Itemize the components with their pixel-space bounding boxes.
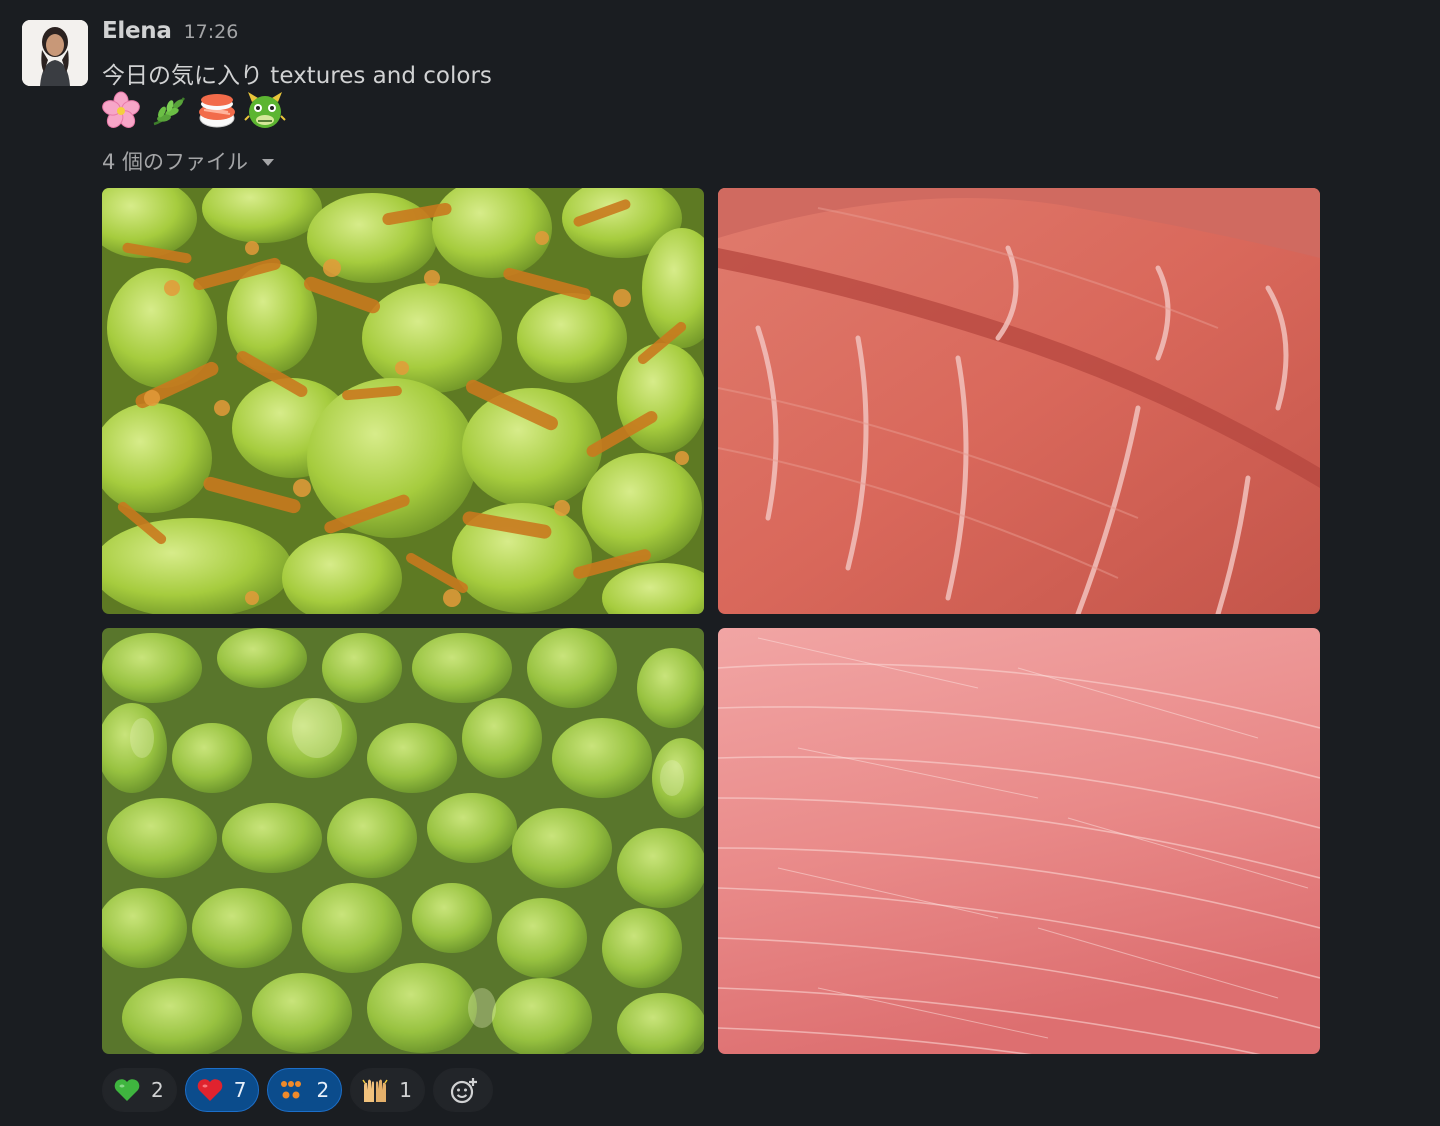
message-text: 今日の気に入り textures and colors: [102, 63, 492, 89]
message: Elena 17:26 今日の気に入り textures and colors: [0, 0, 1440, 1126]
reaction-red-heart[interactable]: 7: [184, 1068, 260, 1112]
reaction-count: 2: [151, 1078, 164, 1102]
caret-down-icon: [262, 159, 275, 166]
timestamp[interactable]: 17:26: [184, 21, 239, 43]
reaction-green-heart[interactable]: 2: [102, 1068, 177, 1112]
attachment-edamame-beans[interactable]: [102, 628, 704, 1054]
files-toggle[interactable]: 4 個のファイル: [102, 146, 275, 176]
message-header: Elena 17:26: [102, 18, 238, 48]
reaction-oishisou[interactable]: 2: [267, 1068, 343, 1112]
files-toggle-label: 4 個のファイル: [102, 150, 249, 174]
avatar[interactable]: [22, 20, 88, 86]
reaction-raised-hands[interactable]: 1: [350, 1068, 425, 1112]
green-heart-icon: [113, 1076, 141, 1104]
reaction-count: 7: [233, 1078, 247, 1102]
sender-name[interactable]: Elena: [102, 18, 172, 44]
oishisou-icon: [278, 1076, 306, 1104]
add-reaction-button[interactable]: [432, 1068, 493, 1112]
reaction-count: 2: [316, 1078, 330, 1102]
dragon-face-icon: [244, 90, 286, 132]
sushi-icon: [196, 90, 238, 132]
cherry-blossom-icon: [100, 90, 142, 132]
reactions-bar: 2 7 2 1: [102, 1068, 493, 1112]
add-emoji-icon: [449, 1076, 477, 1104]
attachment-tuna-slices[interactable]: [718, 188, 1320, 614]
raised-hands-icon: [361, 1076, 389, 1104]
reaction-count: 1: [399, 1078, 412, 1102]
attachment-tuna-texture[interactable]: [718, 628, 1320, 1054]
emoji-line: [100, 90, 286, 132]
attachment-grid: [102, 188, 1320, 1054]
red-heart-icon: [196, 1076, 224, 1104]
herb-icon: [148, 90, 190, 132]
attachment-edamame-crumbs[interactable]: [102, 188, 704, 614]
